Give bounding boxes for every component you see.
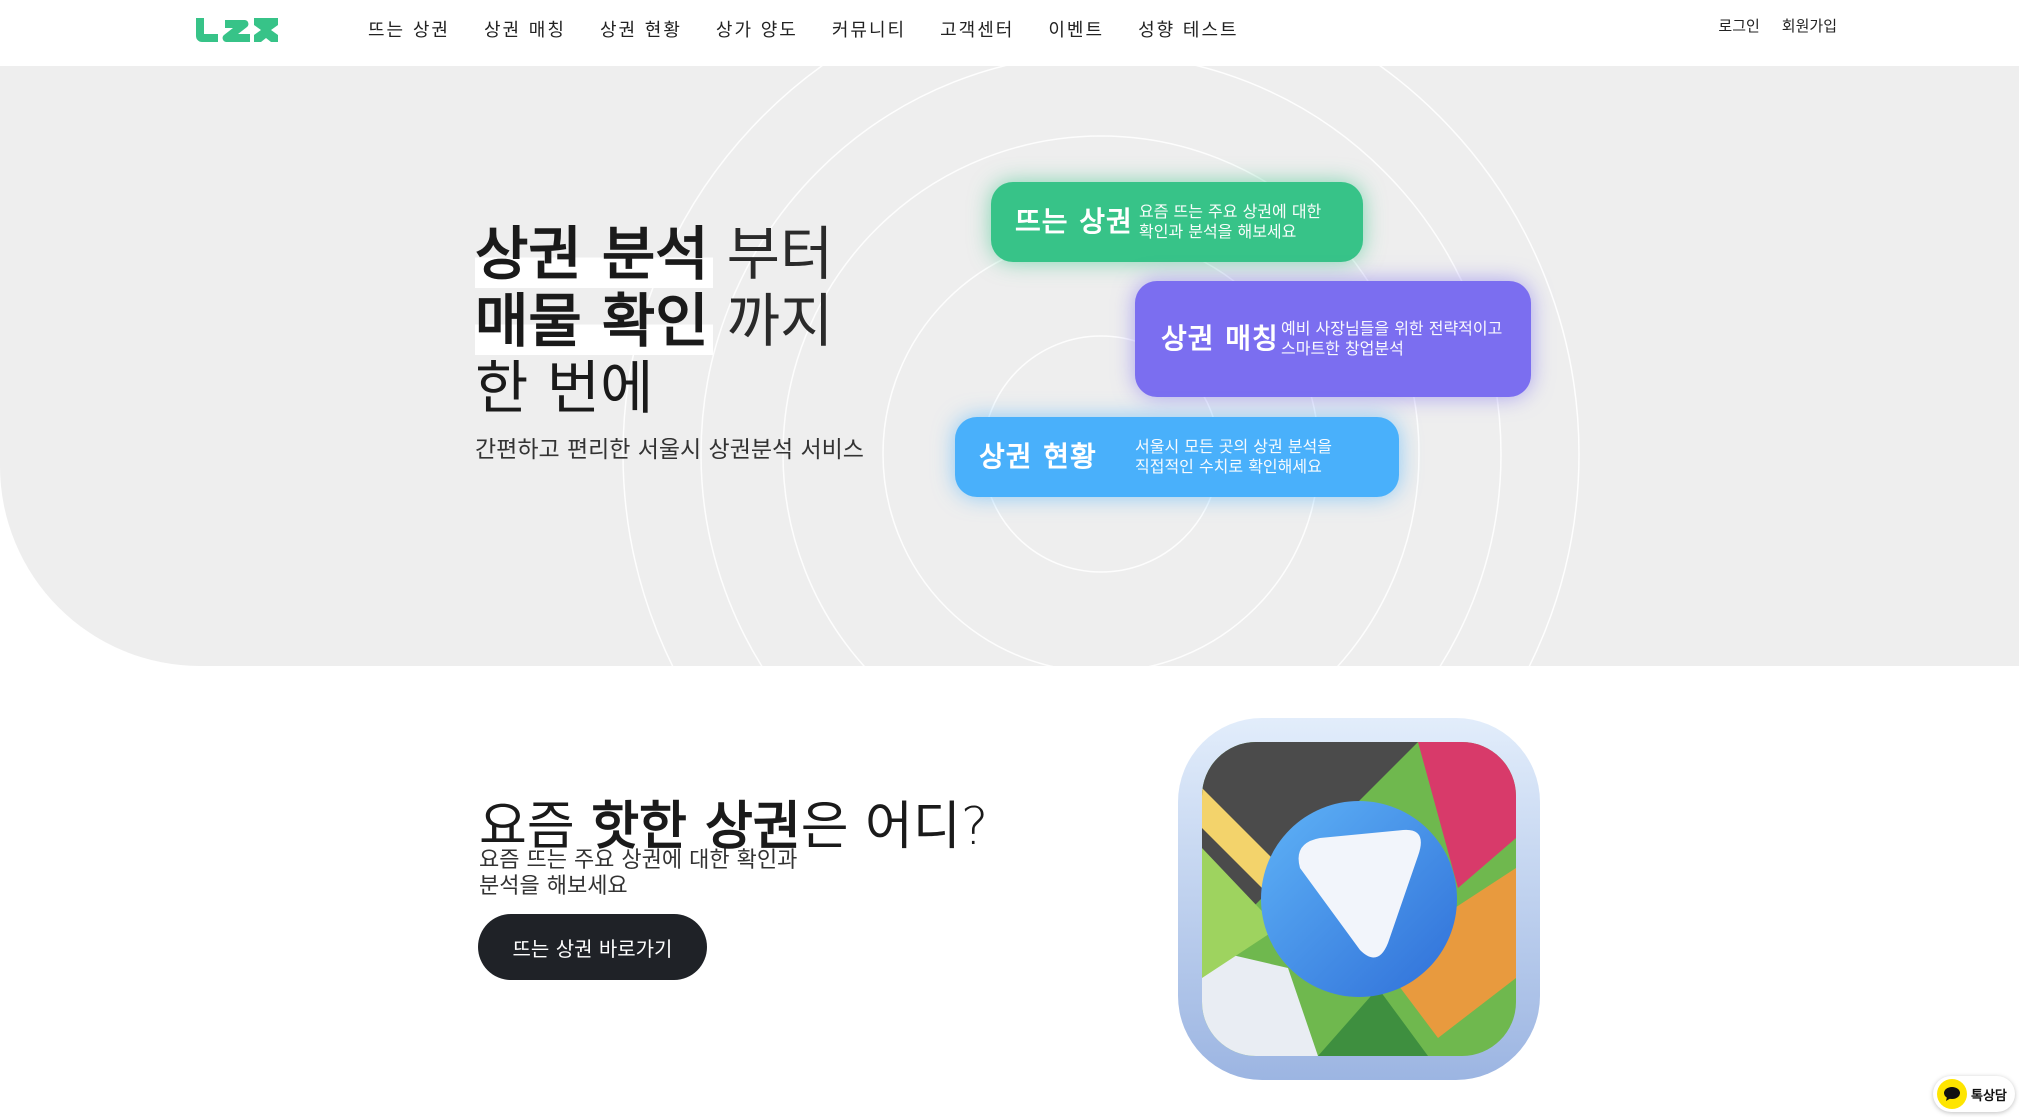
card-desc-line1: 요즘 뜨는 주요 상권에 대한	[1139, 202, 1322, 221]
hero-line2-strong: 매물 확인	[475, 287, 713, 355]
login-link[interactable]: 로그인	[1718, 15, 1759, 36]
hero-heading: 상권 분석 부터 매물 확인 까지 한 번에	[475, 220, 834, 422]
card-description: 서울시 모든 곳의 상권 분석을 직접적인 수치로 확인해세요	[1135, 437, 1332, 477]
nav-area-status[interactable]: 상권 현황	[600, 16, 682, 42]
auth-links: 로그인 회원가입	[1718, 15, 1837, 36]
nav-area-matching[interactable]: 상권 매칭	[484, 16, 566, 42]
main-nav: 뜨는 상권 상권 매칭 상권 현황 상가 양도 커뮤니티 고객센터 이벤트 성향…	[368, 16, 1273, 42]
hero-line2-light: 까지	[726, 287, 834, 355]
card-description: 예비 사장님들을 위한 전략적이고 스마트한 창업분석	[1281, 319, 1511, 359]
nav-trending-area[interactable]: 뜨는 상권	[368, 16, 450, 42]
card-desc-line2: 직접적인 수치로 확인해세요	[1135, 457, 1322, 476]
title-suffix: 은 어디?	[800, 797, 989, 857]
go-trending-area-button[interactable]: 뜨는 상권 바로가기	[478, 914, 707, 980]
card-title: 상권 매칭	[1161, 322, 1279, 355]
nav-store-transfer[interactable]: 상가 양도	[716, 16, 798, 42]
lzz-logo[interactable]	[192, 14, 282, 46]
area-matching-card[interactable]: 상권 매칭 예비 사장님들을 위한 전략적이고 스마트한 창업분석	[1135, 281, 1531, 397]
kakao-chat-icon	[1937, 1079, 1967, 1109]
map-navigation-app-icon	[1178, 718, 1540, 1080]
card-title: 뜨는 상권	[1015, 205, 1133, 238]
hero-section: 상권 분석 부터 매물 확인 까지 한 번에 간편하고 편리한 서울시 상권분석 서…	[0, 66, 2019, 666]
card-desc-line2: 스마트한 창업분석	[1281, 339, 1404, 358]
card-desc-line1: 예비 사장님들을 위한 전략적이고	[1281, 319, 1503, 338]
signup-link[interactable]: 회원가입	[1782, 15, 1837, 36]
desc-line2: 분석을 해보세요	[479, 874, 628, 899]
chat-label: 톡상담	[1971, 1088, 2007, 1104]
nav-personality-test[interactable]: 성향 테스트	[1138, 16, 1239, 42]
card-description: 요즘 뜨는 주요 상권에 대한 확인과 분석을 해보세요	[1139, 202, 1321, 242]
hero-line1-strong: 상권 분석	[475, 220, 713, 288]
card-desc-line1: 서울시 모든 곳의 상권 분석을	[1135, 437, 1332, 456]
trending-area-card[interactable]: 뜨는 상권 요즘 뜨는 주요 상권에 대한 확인과 분석을 해보세요	[991, 182, 1363, 262]
card-desc-line2: 확인과 분석을 해보세요	[1139, 222, 1297, 241]
kakao-chat-button[interactable]: 톡상담	[1933, 1076, 2015, 1112]
area-status-card[interactable]: 상권 현황 서울시 모든 곳의 상권 분석을 직접적인 수치로 확인해세요	[955, 417, 1399, 497]
desc-line1: 요즘 뜨는 주요 상권에 대한 확인과	[479, 848, 798, 873]
hero-line1-light: 부터	[726, 220, 834, 288]
site-header: 뜨는 상권 상권 매칭 상권 현황 상가 양도 커뮤니티 고객센터 이벤트 성향…	[0, 0, 2019, 66]
background-rings	[622, 66, 1580, 666]
card-title: 상권 현황	[979, 440, 1097, 473]
section-description: 요즘 뜨는 주요 상권에 대한 확인과 분석을 해보세요	[479, 848, 797, 900]
nav-community[interactable]: 커뮤니티	[832, 16, 906, 42]
nav-event[interactable]: 이벤트	[1048, 16, 1104, 42]
hero-line3: 한 번에	[475, 354, 654, 422]
nav-customer-center[interactable]: 고객센터	[940, 16, 1014, 42]
hero-subtitle: 간편하고 편리한 서울시 상권분석 서비스	[475, 437, 864, 463]
